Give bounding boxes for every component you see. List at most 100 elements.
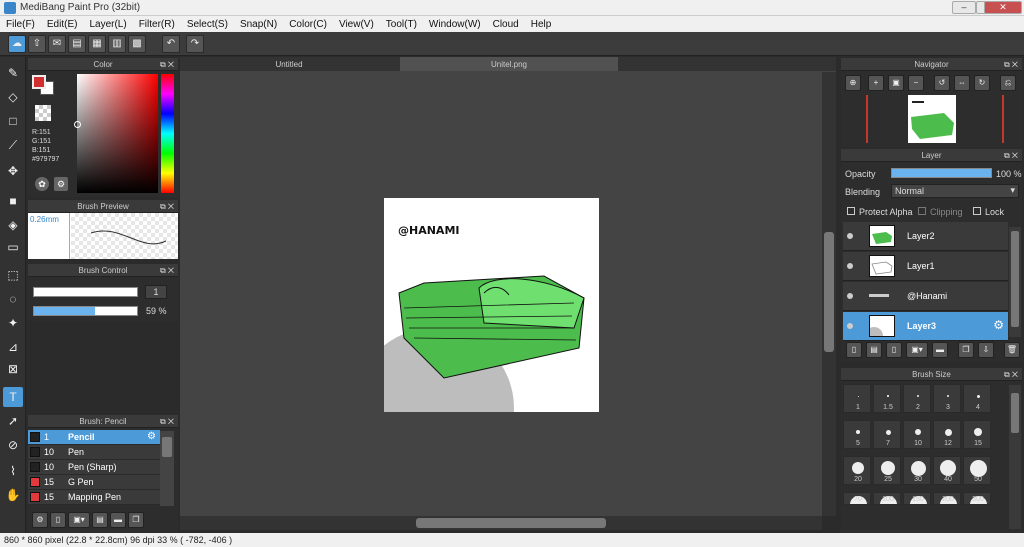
vertical-scroll-thumb[interactable] bbox=[824, 232, 834, 352]
layer-row[interactable]: @Hanami bbox=[843, 282, 1008, 311]
layer-opacity-slider[interactable] bbox=[891, 168, 992, 178]
brush-size-cell[interactable]: 70 bbox=[843, 492, 871, 505]
menu-file[interactable]: File(F) bbox=[0, 19, 41, 30]
tab-unitel[interactable]: Unitel.png bbox=[400, 57, 618, 72]
navigator-thumbnail[interactable] bbox=[908, 95, 956, 143]
dot-tool-icon[interactable]: □ bbox=[3, 111, 23, 131]
comment-icon[interactable]: ✉ bbox=[48, 35, 66, 53]
panel-close-icon[interactable]: ⧉ ✕ bbox=[160, 58, 174, 71]
select-tool-icon[interactable]: ⬚ bbox=[3, 265, 23, 285]
gradient-tool-icon[interactable]: ▭ bbox=[3, 237, 23, 257]
brush-item-pencil[interactable]: 1 Pencil ⚙ bbox=[28, 430, 160, 445]
close-button[interactable]: ✕ bbox=[984, 1, 1022, 14]
palette-icon[interactable]: ✿ bbox=[35, 177, 49, 191]
brush-list-scrollbar[interactable] bbox=[160, 431, 174, 506]
menu-color[interactable]: Color(C) bbox=[283, 19, 333, 30]
new-brush-icon[interactable]: ▯ bbox=[50, 512, 66, 528]
flip-icon[interactable]: ⇔ bbox=[954, 75, 970, 91]
brush-item-g-pen[interactable]: 15 G Pen bbox=[28, 475, 160, 490]
brush-size-cell[interactable]: 15 bbox=[963, 420, 991, 449]
chat-icon[interactable]: ▤ bbox=[68, 35, 86, 53]
color-picker-cursor[interactable] bbox=[74, 121, 81, 128]
lasso-tool-icon[interactable]: ◌ bbox=[3, 289, 23, 309]
merge-layer-icon[interactable]: ⇩ bbox=[978, 342, 994, 358]
text-tool-icon[interactable]: T bbox=[3, 387, 23, 407]
zoom-in-icon[interactable]: + bbox=[868, 75, 884, 91]
hue-slider[interactable] bbox=[161, 74, 174, 193]
menu-window[interactable]: Window(W) bbox=[423, 19, 487, 30]
lock-checkbox[interactable] bbox=[973, 207, 981, 215]
brush-size-cell[interactable]: 30 bbox=[903, 456, 931, 485]
grid-icon[interactable]: ▩ bbox=[128, 35, 146, 53]
tab-untitled[interactable]: Untitled bbox=[180, 57, 398, 72]
brush-size-slider[interactable] bbox=[33, 287, 138, 297]
menu-help[interactable]: Help bbox=[525, 19, 558, 30]
move-tool-icon[interactable]: ✥ bbox=[3, 161, 23, 181]
rotate-right-icon[interactable]: ↻ bbox=[974, 75, 990, 91]
layer-list-scroll-thumb[interactable] bbox=[1011, 231, 1019, 327]
layer-list-scrollbar[interactable] bbox=[1009, 227, 1021, 337]
palette-settings-icon[interactable]: ⚙ bbox=[54, 177, 68, 191]
upload-icon[interactable]: ⇧ bbox=[28, 35, 46, 53]
brush-size-cell[interactable]: 20 bbox=[843, 456, 871, 485]
eyedropper-tool-icon[interactable]: ⌇ bbox=[3, 461, 23, 481]
gear-icon[interactable]: ⚙ bbox=[993, 318, 1004, 332]
brush-size-cell[interactable]: 3 bbox=[933, 384, 961, 413]
brush-size-cell[interactable]: 10 bbox=[903, 420, 931, 449]
brush-menu-icon[interactable]: ▣▾ bbox=[68, 512, 90, 528]
layer-folder-icon[interactable]: ▬ bbox=[932, 342, 948, 358]
brush-size-cell[interactable]: 25 bbox=[873, 456, 901, 485]
line-tool-icon[interactable]: ⟋ bbox=[3, 135, 23, 155]
undo-icon[interactable]: ↶ bbox=[162, 35, 180, 53]
horizontal-scroll-thumb[interactable] bbox=[416, 518, 606, 528]
rotate-left-icon[interactable]: ↺ bbox=[934, 75, 950, 91]
panel-close-icon[interactable]: ⧉ ✕ bbox=[1004, 368, 1018, 381]
zoom-fit-icon[interactable]: ⊕ bbox=[845, 75, 861, 91]
brush-size-scroll-thumb[interactable] bbox=[1011, 393, 1019, 433]
cloud-icon[interactable]: ☁ bbox=[8, 35, 26, 53]
menu-tool[interactable]: Tool(T) bbox=[380, 19, 423, 30]
brush-item-mapping-pen[interactable]: 15 Mapping Pen bbox=[28, 490, 160, 505]
layer-row[interactable]: Layer1 bbox=[843, 252, 1008, 281]
minimize-button[interactable]: ‒ bbox=[952, 1, 976, 14]
panel-close-icon[interactable]: ⧉ ✕ bbox=[160, 264, 174, 277]
brush-size-value[interactable]: 1 bbox=[145, 285, 167, 299]
select-eraser-tool-icon[interactable]: ⊠ bbox=[3, 359, 23, 379]
redo-icon[interactable]: ↷ bbox=[186, 35, 204, 53]
operation-tool-icon[interactable]: ➚ bbox=[3, 411, 23, 431]
brush-copy-icon[interactable]: ❐ bbox=[128, 512, 144, 528]
divide-tool-icon[interactable]: ⊘ bbox=[3, 435, 23, 455]
brush-size-cell[interactable]: 1.5 bbox=[873, 384, 901, 413]
canvas-vertical-scrollbar[interactable] bbox=[822, 72, 836, 516]
eraser-tool-icon[interactable]: ◇ bbox=[3, 87, 23, 107]
panel-close-icon[interactable]: ⧉ ✕ bbox=[160, 200, 174, 213]
layer-row-selected[interactable]: Layer3 ⚙ bbox=[843, 312, 1008, 345]
blending-select[interactable]: Normal ▾ bbox=[891, 184, 1019, 198]
brush-size-cell[interactable]: 100 bbox=[873, 492, 901, 505]
brush-size-cell[interactable]: 2 bbox=[903, 384, 931, 413]
bucket-tool-icon[interactable]: ◈ bbox=[3, 215, 23, 235]
magic-wand-tool-icon[interactable]: ✦ bbox=[3, 313, 23, 333]
brush-size-cell[interactable]: 1 bbox=[843, 384, 871, 413]
color-saturation-field[interactable] bbox=[74, 74, 158, 193]
protect-alpha-checkbox[interactable] bbox=[847, 207, 855, 215]
trash-icon[interactable]: 🗑 bbox=[1004, 342, 1020, 358]
brush-tool-icon[interactable]: ✎ bbox=[3, 63, 23, 83]
brush-size-cell[interactable]: 5 bbox=[843, 420, 871, 449]
brush-size-cell[interactable]: 40 bbox=[933, 456, 961, 485]
gear-icon[interactable]: ⚙ bbox=[147, 431, 156, 442]
brush-size-cell[interactable]: 12 bbox=[933, 420, 961, 449]
brush-size-cell[interactable]: 7 bbox=[873, 420, 901, 449]
document-canvas[interactable]: @HANAMI bbox=[384, 198, 599, 412]
panel-close-icon[interactable]: ⧉ ✕ bbox=[1004, 149, 1018, 162]
brush-item-pen-sharp[interactable]: 10 Pen (Sharp) bbox=[28, 460, 160, 475]
reset-view-icon[interactable]: ⎌ bbox=[1000, 75, 1016, 91]
eye-icon[interactable] bbox=[847, 293, 853, 299]
zoom-out-icon[interactable]: − bbox=[908, 75, 924, 91]
select-pen-tool-icon[interactable]: ⊿ bbox=[3, 337, 23, 357]
canvas-horizontal-scrollbar[interactable] bbox=[180, 516, 822, 530]
hand-tool-icon[interactable]: ✋ bbox=[3, 485, 23, 505]
brush-size-scrollbar[interactable] bbox=[1009, 385, 1021, 529]
brush-size-cell[interactable]: 4 bbox=[963, 384, 991, 413]
brush-list-scroll-thumb[interactable] bbox=[162, 437, 172, 457]
